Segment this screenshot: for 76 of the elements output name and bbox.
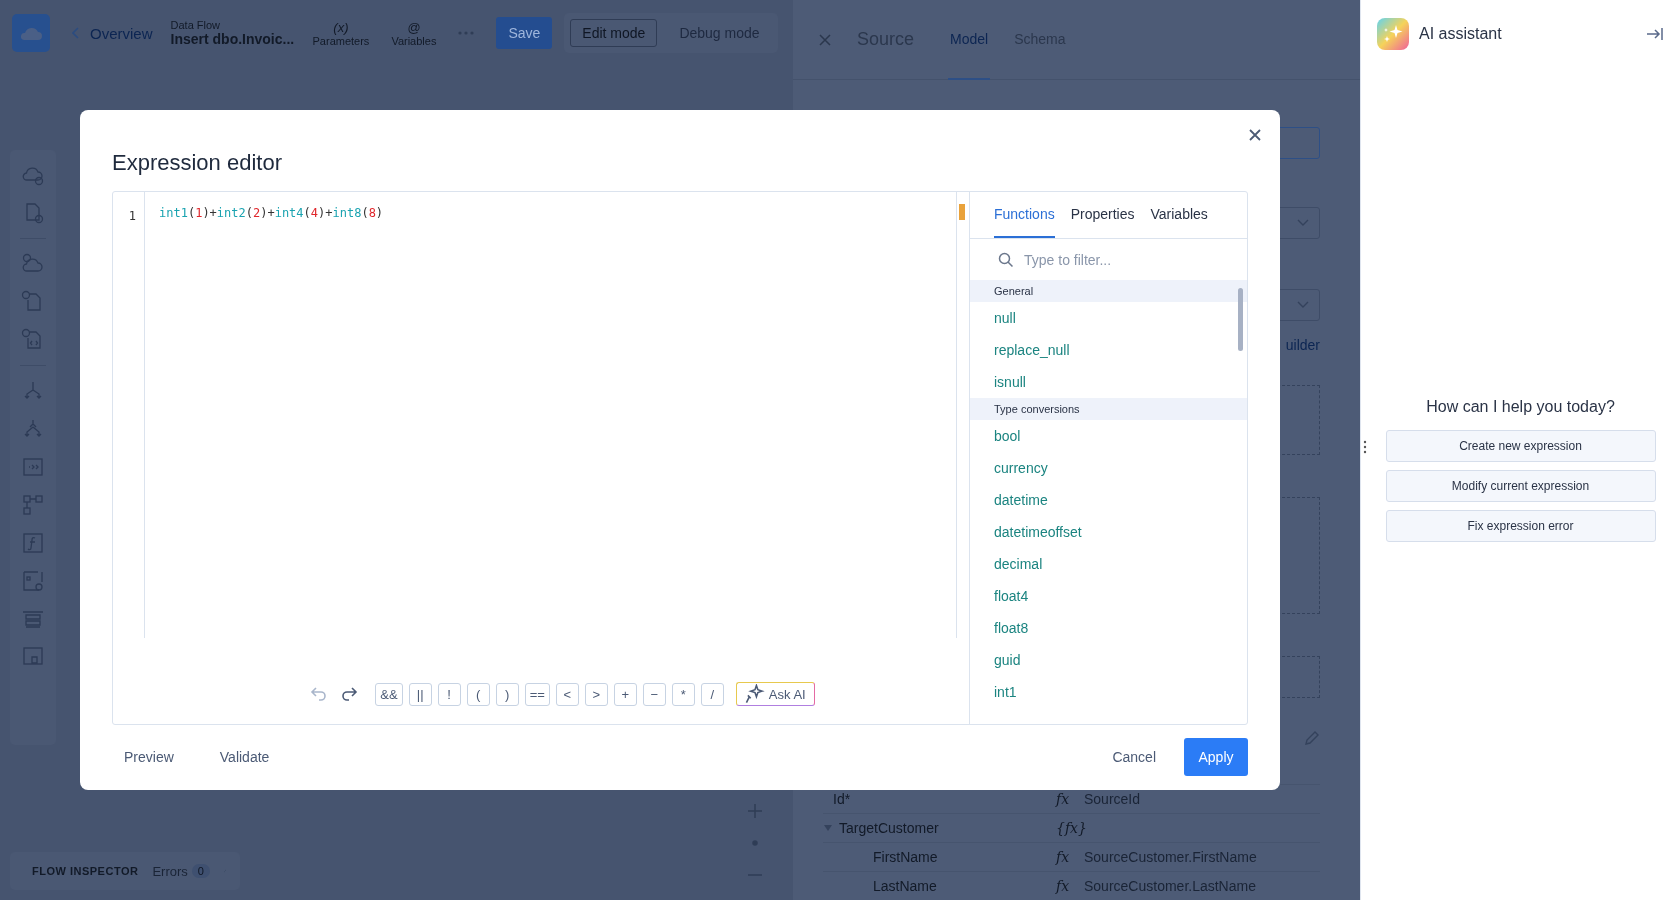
list-tab[interactable]: Properties	[1070, 192, 1135, 238]
operator-button[interactable]: +	[613, 682, 637, 706]
field-value: SourceId	[1084, 791, 1141, 807]
window-icon[interactable]	[20, 568, 46, 594]
suggestion-button[interactable]: Create new expression	[1385, 430, 1656, 462]
cloud-logo[interactable]	[12, 14, 50, 52]
group-header: General	[970, 280, 1247, 302]
operator-button[interactable]: ||	[408, 682, 432, 706]
flow-type-label: Data Flow	[170, 19, 222, 31]
save-button[interactable]: Save	[496, 17, 553, 49]
operator-button[interactable]: !	[437, 682, 461, 706]
function-item[interactable]: replace_null	[970, 334, 1247, 366]
field-name: LastName	[873, 878, 937, 894]
errors-count: 0	[191, 864, 210, 878]
mode-tab[interactable]: Edit mode	[570, 19, 658, 47]
collapse-icon[interactable]	[1646, 27, 1664, 41]
chevron-icon	[1297, 301, 1309, 309]
expression-icon: fx	[1056, 878, 1084, 894]
scrollbar[interactable]	[1238, 288, 1243, 351]
list-tab[interactable]: Functions	[994, 192, 1055, 238]
field-name: TargetCustomer	[839, 820, 939, 836]
operator-button[interactable]: >	[584, 682, 608, 706]
operator-button[interactable]: *	[671, 682, 695, 706]
ask-ai-button[interactable]: Ask AI	[735, 682, 815, 706]
function-item[interactable]: isnull	[970, 366, 1247, 398]
operator-button[interactable]: <	[555, 682, 579, 706]
operator-button[interactable]: −	[642, 682, 666, 706]
operator-button[interactable]: )	[495, 682, 519, 706]
function-item[interactable]: currency	[970, 452, 1247, 484]
cancel-button[interactable]: Cancel	[1106, 748, 1162, 766]
field-name: FirstName	[873, 849, 938, 865]
function-item[interactable]: guid	[970, 644, 1247, 676]
chevron-icon	[72, 27, 80, 39]
operator-button[interactable]: (	[466, 682, 490, 706]
zoom-in-icon[interactable]	[745, 801, 765, 821]
pencil-icon[interactable]	[1304, 730, 1320, 746]
function-item[interactable]: null	[970, 302, 1247, 334]
expression-icon: fx	[1056, 849, 1084, 865]
field-value: SourceCustomer.LastName	[1084, 878, 1256, 894]
operator-button[interactable]: ==	[524, 682, 550, 706]
operator-button[interactable]: /	[700, 682, 724, 706]
footer-link[interactable]: Preview	[112, 749, 186, 765]
group-header: Type conversions	[970, 398, 1247, 420]
footer-link[interactable]: Validate	[207, 749, 282, 765]
chevron-icon	[1297, 219, 1309, 227]
expression-icon: {fx}	[1056, 820, 1084, 836]
function-icon[interactable]	[20, 530, 46, 556]
field-value: SourceCustomer.FirstName	[1084, 849, 1257, 865]
field-name: Id*	[833, 791, 851, 807]
operator-button[interactable]: &&	[375, 682, 403, 706]
suggestion-button[interactable]: Fix expression error	[1385, 510, 1656, 542]
inspector-title: FLOW INSPECTOR	[32, 865, 139, 877]
diagram-icon[interactable]	[20, 492, 46, 518]
assistant-prompt: How can I help you today?	[1426, 398, 1615, 416]
drag-handle-icon[interactable]	[1363, 440, 1367, 454]
expression-icon: fx	[1056, 791, 1084, 807]
errors-label: Errors	[152, 863, 188, 879]
line-number: 1	[128, 209, 136, 223]
function-item[interactable]: decimal	[970, 548, 1247, 580]
panel-title: AI assistant	[1419, 25, 1503, 43]
suggestion-button[interactable]: Modify current expression	[1385, 470, 1656, 502]
code-line[interactable]: int1(1)+int2(2)+int4(4)+int8(8)	[145, 192, 384, 638]
sparkle-icon	[744, 684, 765, 704]
apply-button[interactable]: Apply	[1184, 738, 1248, 776]
function-item[interactable]: float8	[970, 612, 1247, 644]
function-item[interactable]: datetimeoffset	[970, 516, 1247, 548]
dialog-title: Expression editor	[112, 150, 283, 176]
function-item[interactable]: datetime	[970, 484, 1247, 516]
error-marker	[959, 204, 965, 220]
caret-icon[interactable]	[823, 823, 833, 833]
sparkle-logo	[1377, 18, 1409, 50]
list-tab[interactable]: Variables	[1150, 192, 1208, 238]
function-item[interactable]: bool	[970, 420, 1247, 452]
search-icon	[998, 251, 1014, 268]
function-item[interactable]: float4	[970, 580, 1247, 612]
function-item[interactable]: int1	[970, 676, 1247, 708]
